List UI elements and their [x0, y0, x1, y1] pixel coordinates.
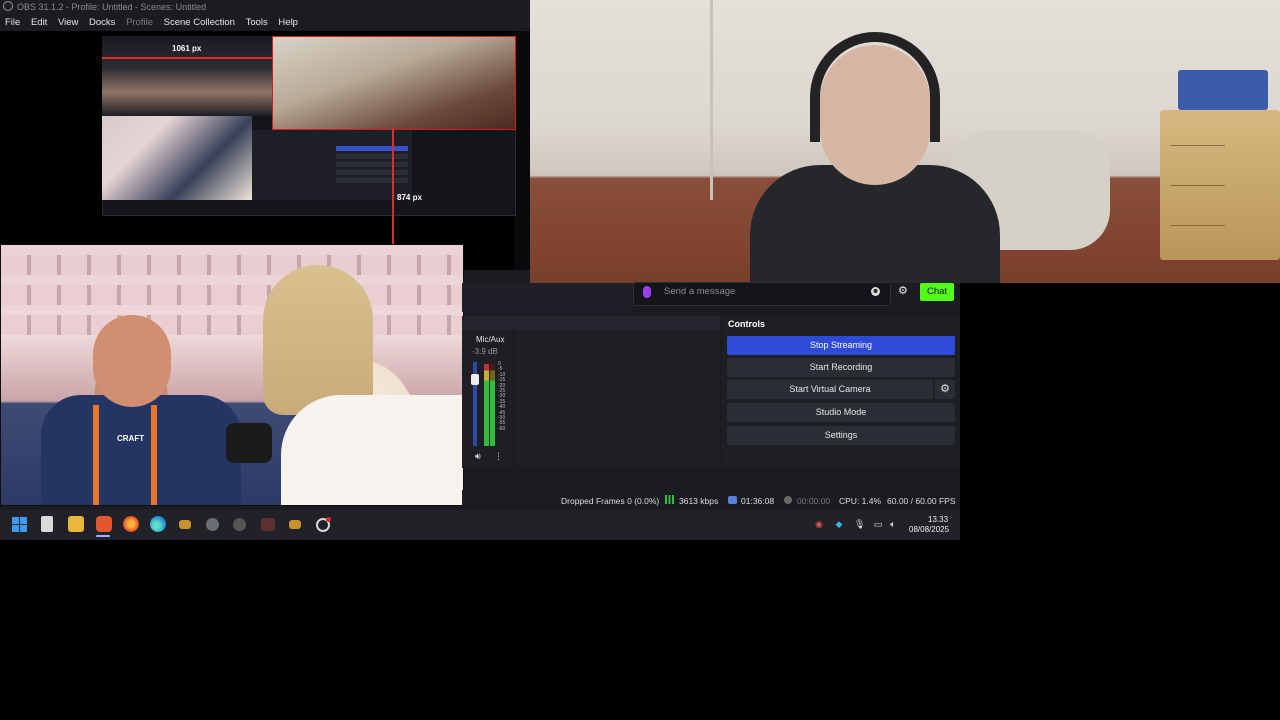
clock-time[interactable]: 13.33: [928, 515, 948, 524]
obs-logo-icon: [3, 1, 13, 11]
menu-bar: File Edit View Docks Profile Scene Colle…: [0, 14, 530, 31]
source-guide-horizontal: [102, 57, 272, 59]
volume-meter-right: [490, 364, 495, 446]
file-explorer-icon[interactable]: [68, 516, 84, 532]
start-virtual-camera-button[interactable]: Start Virtual Camera: [727, 380, 933, 399]
interviewee-head: [93, 315, 171, 407]
chat-send-button[interactable]: Chat: [920, 283, 954, 301]
notepad-icon[interactable]: [41, 516, 53, 532]
folder-icon[interactable]: [179, 520, 191, 529]
game-app-icon[interactable]: [261, 518, 275, 531]
source-guide-vertical: [392, 128, 394, 244]
controls-title: Controls: [728, 319, 765, 329]
menu-profile[interactable]: Profile: [126, 17, 153, 28]
settings-app-icon[interactable]: [206, 518, 219, 531]
shirt-text: CRAFT: [117, 434, 145, 443]
meter-scale-tick: -60: [498, 425, 506, 432]
menu-docks[interactable]: Docks: [89, 17, 115, 28]
interview-video: [0, 244, 464, 506]
shelf-items: [1178, 70, 1268, 110]
chat-dock-left: [462, 283, 632, 312]
webcam-video: [530, 0, 1280, 283]
preview-margin: [514, 31, 530, 270]
app-icon[interactable]: [233, 518, 246, 531]
headset: [810, 32, 940, 142]
edge-browser-icon[interactable]: [150, 516, 166, 532]
nested-interview-source: [102, 116, 252, 200]
drawer-line: [1170, 225, 1225, 226]
interviewer-hair: [263, 265, 373, 415]
meter-scale: 0 -5 -10 -15 -20 -25 -30 -35 -40 -45 -50 -55 -60: [498, 361, 506, 432]
interviewer-body: [281, 395, 463, 505]
guide-height-label: 874 px: [397, 193, 422, 202]
emoji-icon[interactable]: ☻: [871, 287, 880, 296]
settings-button[interactable]: Settings: [727, 426, 955, 445]
firefox-icon[interactable]: [123, 516, 139, 532]
nested-button: [336, 170, 408, 175]
drawer-line: [1170, 145, 1225, 146]
wall-cable: [710, 0, 713, 200]
window-title: OBS 31.1.2 - Profile: Untitled - Scenes:…: [17, 2, 207, 12]
nested-obs-ui: [252, 130, 412, 200]
stadium-seats: [1, 255, 463, 275]
tray-app-icon[interactable]: ◉: [814, 519, 824, 529]
volume-icon[interactable]: 🔈︎: [888, 519, 898, 529]
nested-button: [336, 146, 408, 151]
windows-start-icon[interactable]: [12, 517, 27, 532]
chat-settings-gear-icon[interactable]: ⚙: [898, 284, 908, 297]
signal-icon: [665, 495, 674, 504]
chat-mic-icon[interactable]: [643, 286, 651, 298]
notification-badge: [326, 517, 331, 522]
recording-icon: [784, 496, 792, 504]
mixer-source-name: Mic/Aux: [476, 335, 505, 344]
start-recording-button[interactable]: Start Recording: [727, 358, 955, 377]
drawer-line: [1170, 185, 1225, 186]
fps: 60.00 / 60.00 FPS: [887, 496, 956, 506]
title-bar: OBS 31.1.2 - Profile: Untitled - Scenes:…: [0, 0, 530, 14]
stream-time: 01:36:08: [741, 496, 775, 506]
menu-help[interactable]: Help: [278, 17, 298, 28]
dropped-frames: Dropped Frames 0 (0.0%): [561, 496, 660, 506]
brave-browser-icon[interactable]: [96, 516, 112, 532]
recording-time: 00:00:00: [797, 496, 831, 506]
volume-slider-handle[interactable]: [471, 374, 479, 385]
stadium-seats: [1, 285, 463, 305]
cpu-usage: CPU: 1.4%: [839, 496, 882, 506]
mixer-dock-header: [462, 316, 720, 330]
lanyard: [93, 405, 99, 505]
nested-webcam-source[interactable]: [272, 36, 516, 130]
mixer-level: -3.9 dB: [472, 347, 498, 356]
nested-button: [336, 178, 408, 183]
network-icon[interactable]: ▭: [873, 519, 883, 529]
stop-streaming-button[interactable]: Stop Streaming: [727, 336, 955, 355]
guide-width-label: 1061 px: [172, 44, 202, 53]
interviewee-body: [41, 395, 241, 505]
streaming-icon: [728, 496, 737, 504]
stadium-seats: [1, 315, 463, 335]
microphone: [226, 423, 272, 463]
menu-view[interactable]: View: [58, 17, 78, 28]
microphone-icon[interactable]: 🎙︎: [854, 519, 865, 529]
lanyard: [151, 405, 157, 505]
clock-date[interactable]: 08/08/2025: [909, 525, 949, 534]
virtual-camera-gear-icon[interactable]: ⚙: [935, 380, 955, 399]
mixer-divider: [513, 330, 514, 468]
menu-scene-collection[interactable]: Scene Collection: [164, 17, 235, 28]
mute-speaker-icon[interactable]: 🔊︎: [475, 451, 481, 462]
menu-tools[interactable]: Tools: [246, 17, 268, 28]
folder-icon[interactable]: [289, 520, 301, 529]
nested-button: [336, 162, 408, 167]
menu-edit[interactable]: Edit: [31, 17, 47, 28]
cabinet: [1160, 110, 1280, 260]
volume-meter-left: [484, 364, 489, 446]
nested-button: [336, 154, 408, 159]
menu-file[interactable]: File: [5, 17, 20, 28]
active-app-indicator: [96, 535, 110, 537]
chat-placeholder: Send a message: [664, 286, 736, 297]
tray-cloud-icon[interactable]: ◆: [834, 519, 844, 529]
mixer-menu-icon[interactable]: ⋮: [494, 451, 503, 462]
bitrate: 3613 kbps: [679, 496, 719, 506]
studio-mode-button[interactable]: Studio Mode: [727, 403, 955, 422]
